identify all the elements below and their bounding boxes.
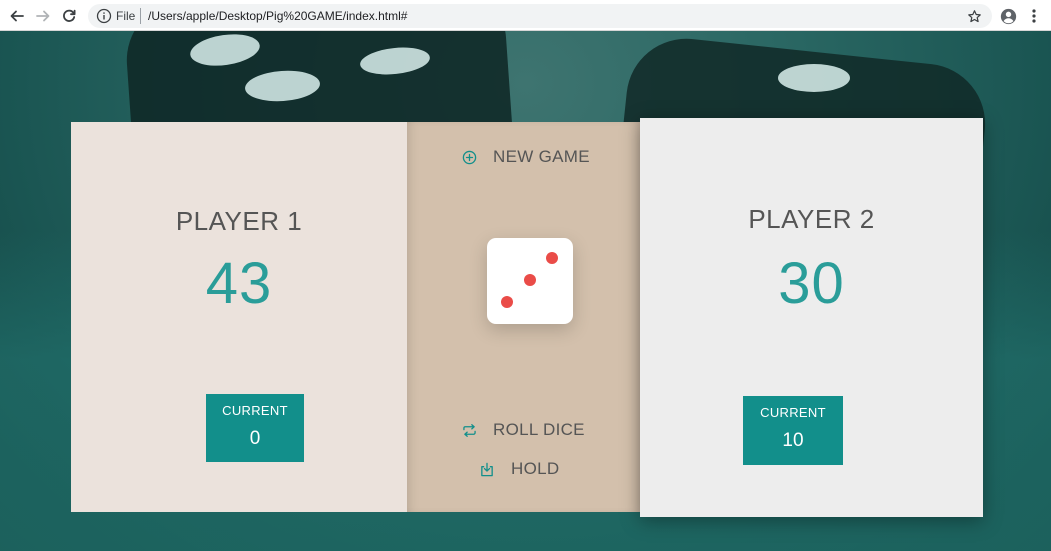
player-1-current-box: CURRENT 0	[206, 394, 304, 462]
background-pip	[778, 64, 850, 92]
back-arrow-icon[interactable]	[5, 4, 29, 28]
star-icon[interactable]	[962, 4, 986, 28]
address-divider	[140, 8, 141, 24]
player-2-current-label: CURRENT	[760, 405, 826, 420]
dice	[487, 238, 573, 324]
hold-label: HOLD	[511, 459, 560, 478]
player-1-score: 43	[205, 251, 273, 316]
info-icon[interactable]	[96, 8, 112, 24]
roll-dice-button[interactable]: ROLL DICE	[461, 420, 585, 440]
forward-arrow-icon[interactable]	[31, 4, 55, 28]
download-tray-icon	[479, 461, 495, 477]
player-2-current-box: CURRENT 10	[743, 396, 843, 465]
controls-panel: NEW GAME ROLL DICE HOLD	[407, 122, 640, 512]
dice-dot	[546, 252, 558, 264]
player-2-panel: PLAYER 2 30 CURRENT 10	[640, 118, 983, 517]
player-2-name: PLAYER 2	[748, 204, 875, 234]
player-1-name: PLAYER 1	[175, 206, 303, 236]
player-1-current-label: CURRENT	[222, 403, 288, 418]
new-game-button[interactable]: NEW GAME	[461, 147, 590, 167]
url-text[interactable]: /Users/apple/Desktop/Pig%20GAME/index.ht…	[148, 8, 407, 24]
file-scheme-label: File	[116, 9, 136, 23]
plus-circle-icon	[461, 149, 477, 165]
roll-dice-label: ROLL DICE	[493, 420, 585, 439]
player-1-panel: PLAYER 1 43 CURRENT 0	[71, 122, 407, 512]
profile-icon[interactable]	[996, 4, 1020, 28]
repeat-arrows-icon	[461, 422, 477, 438]
hold-button[interactable]: HOLD	[479, 459, 559, 479]
browser-toolbar: File /Users/apple/Desktop/Pig%20GAME/ind…	[0, 0, 1051, 31]
player-2-score: 30	[778, 251, 845, 316]
kebab-menu-icon[interactable]	[1022, 4, 1046, 28]
address-bar[interactable]: File /Users/apple/Desktop/Pig%20GAME/ind…	[88, 4, 992, 28]
player-1-current-score: 0	[249, 428, 261, 449]
player-2-current-score: 10	[782, 430, 804, 451]
new-game-label: NEW GAME	[493, 147, 590, 166]
dice-dot	[524, 274, 536, 286]
dice-dot	[501, 296, 513, 308]
reload-icon[interactable]	[57, 4, 81, 28]
